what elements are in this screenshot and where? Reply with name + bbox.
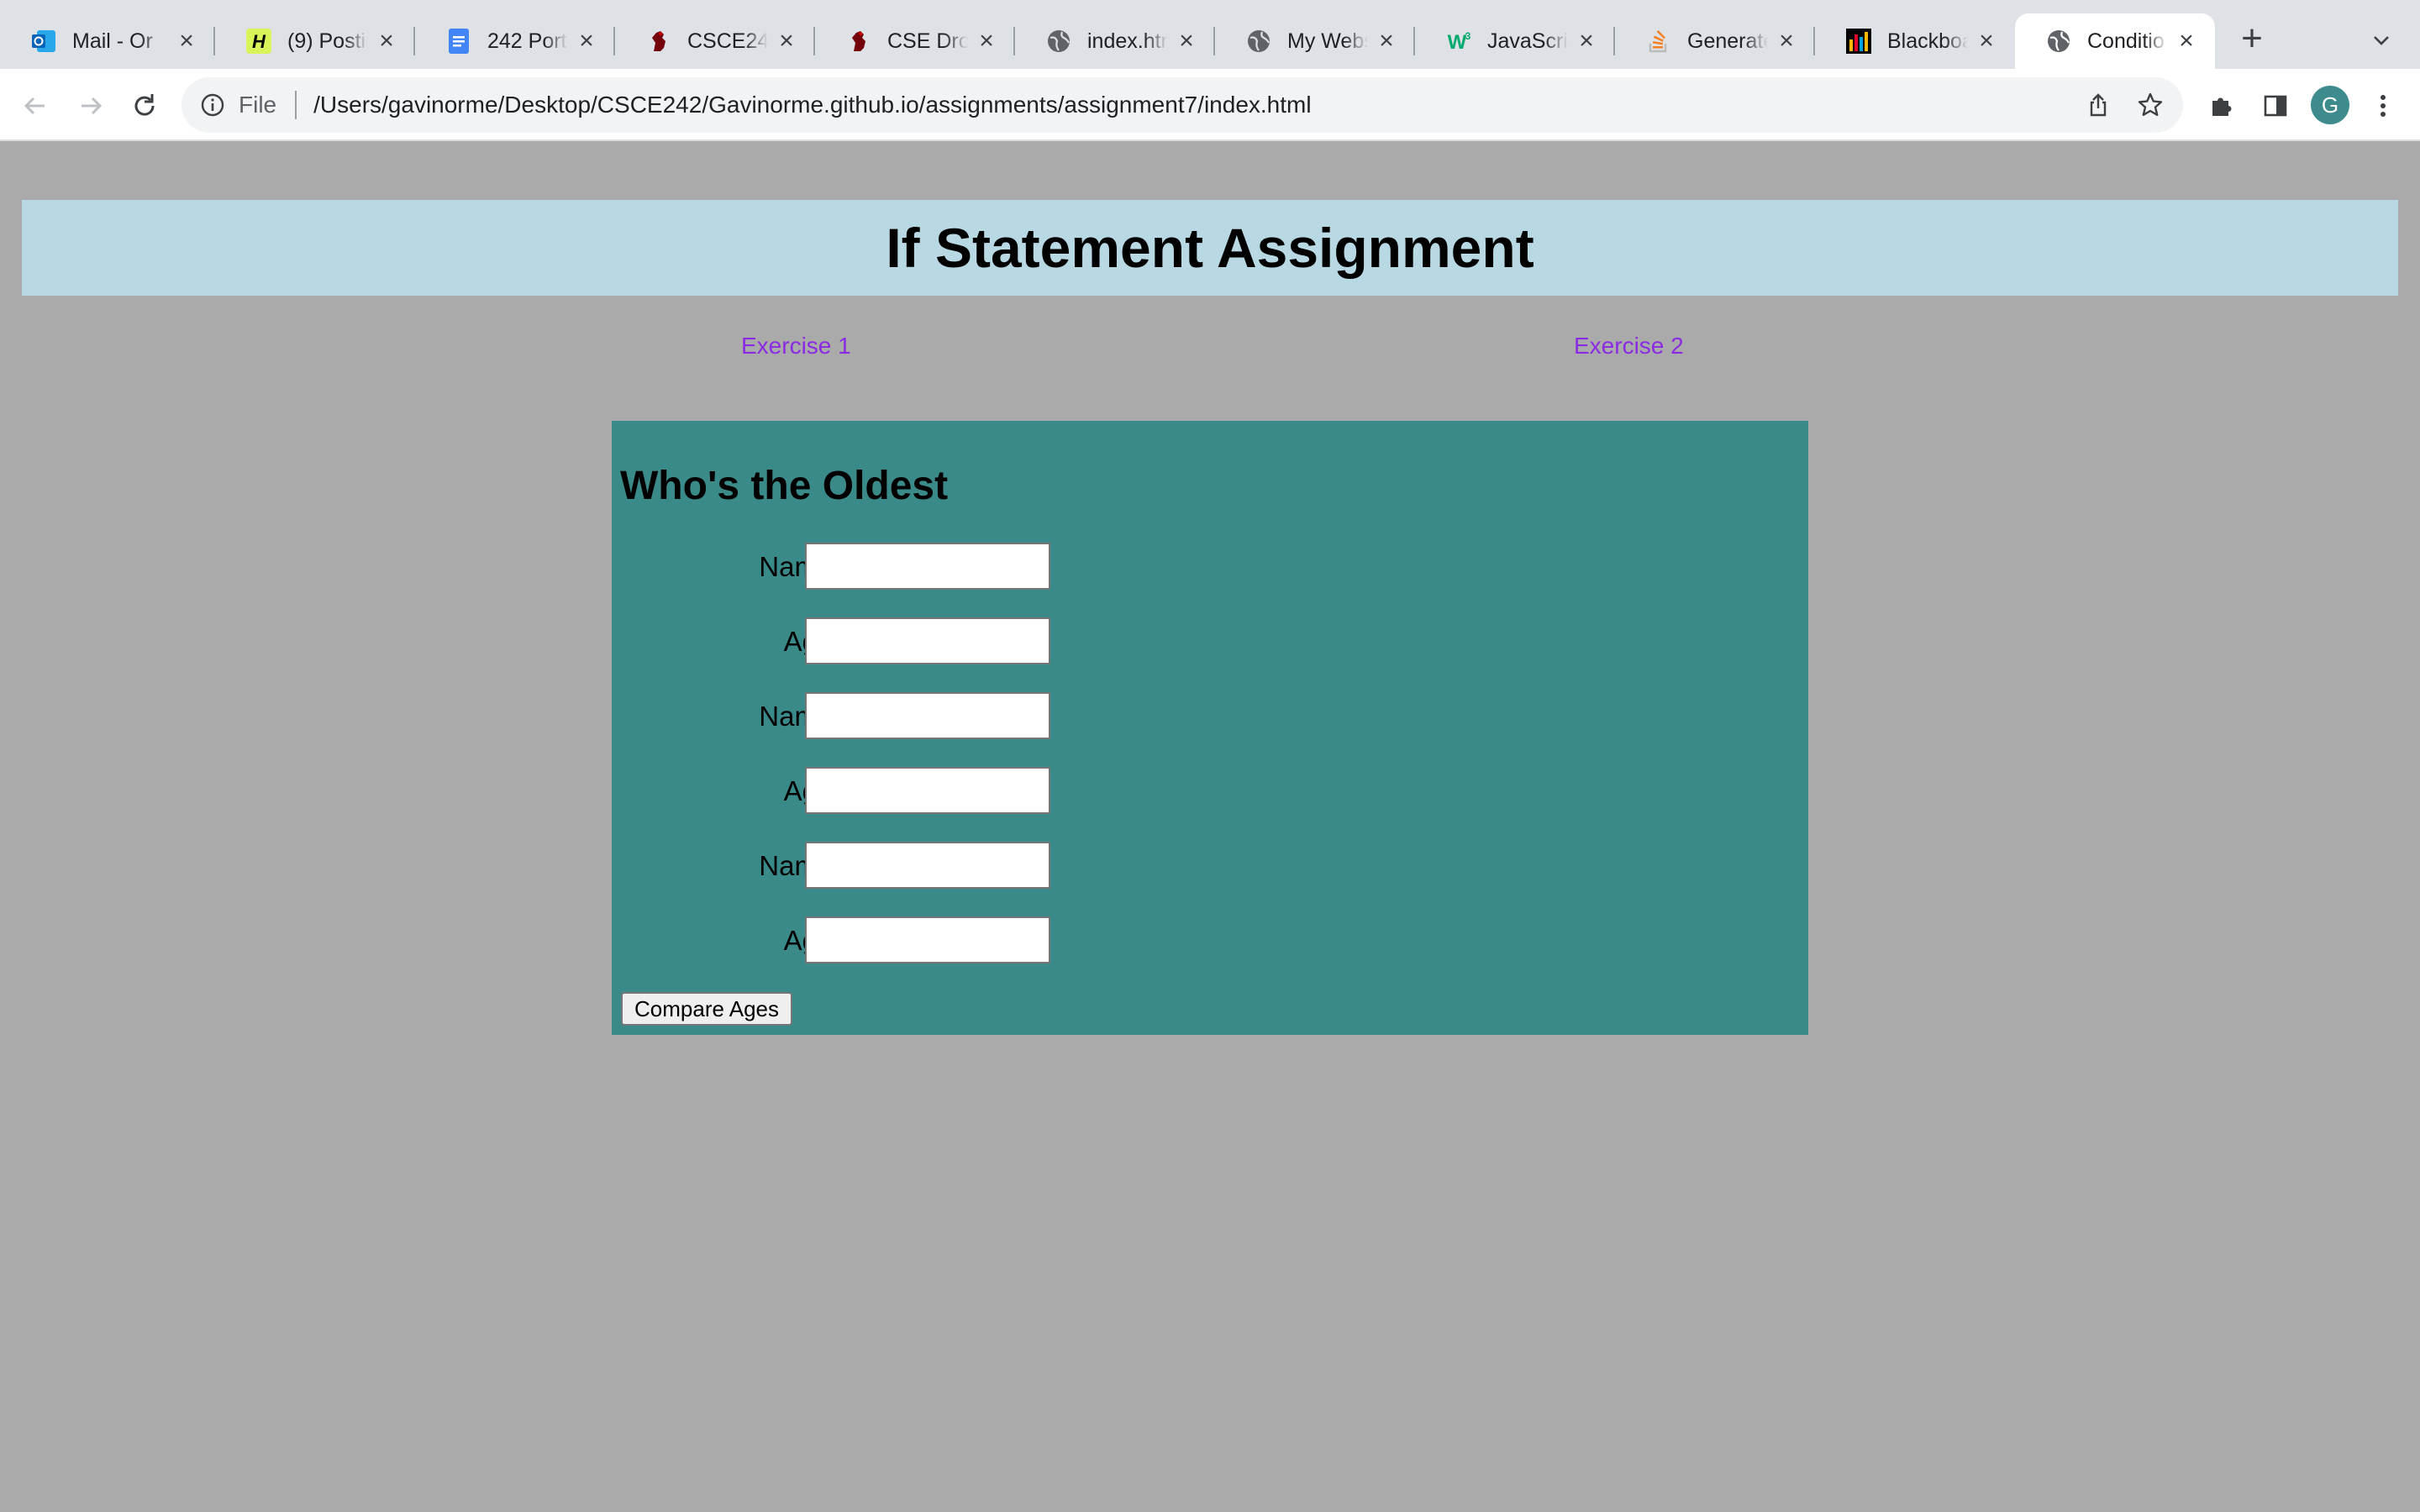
age-1-row: Age 1: — [612, 617, 1116, 664]
close-icon[interactable]: × — [1775, 29, 1798, 54]
tab-title: Conditio — [2087, 29, 2165, 53]
stackoverflow-icon — [1645, 28, 1672, 55]
address-bar[interactable]: File /Users/gavinorme/Desktop/CSCE242/Ga… — [182, 77, 2183, 133]
tab-title: JavaScrip — [1487, 29, 1568, 53]
tab-mail[interactable]: Mail - Or × — [0, 13, 215, 69]
gamecock-icon — [645, 28, 672, 55]
tab-strip: Mail - Or × H (9) Postir × 242 Portf × C… — [0, 0, 2420, 69]
tab-title: Mail - Or — [72, 29, 153, 53]
name-3-row: Name 3: — [612, 842, 1116, 889]
tab-title: 242 Portf — [487, 29, 568, 53]
tab-csce242[interactable]: CSCE242 × — [615, 13, 815, 69]
close-icon[interactable]: × — [2175, 29, 2198, 54]
tab-title: CSE Drop — [887, 29, 968, 53]
close-icon[interactable]: × — [375, 29, 398, 54]
compare-ages-button[interactable]: Compare Ages — [621, 992, 792, 1026]
share-icon[interactable] — [2081, 87, 2116, 123]
tab-portfolio-doc[interactable]: 242 Portf × — [415, 13, 615, 69]
age-3-row: Age 3: — [612, 916, 1116, 963]
name-2-input[interactable] — [805, 692, 1050, 739]
tab-javascript[interactable]: W3 JavaScrip × — [1415, 13, 1615, 69]
tab-generate[interactable]: Generate × — [1615, 13, 1815, 69]
name-1-input[interactable] — [805, 543, 1050, 590]
chevron-down-icon[interactable] — [2366, 25, 2396, 55]
tab-title: Generate — [1687, 29, 1768, 53]
close-icon[interactable]: × — [1175, 29, 1198, 54]
close-icon[interactable]: × — [775, 29, 798, 54]
page-header: If Statement Assignment — [22, 200, 2398, 296]
age-3-input[interactable] — [805, 916, 1050, 963]
svg-text:W: W — [1448, 31, 1467, 54]
close-icon[interactable]: × — [575, 29, 598, 54]
blackboard-icon — [1845, 28, 1872, 55]
close-icon[interactable]: × — [1375, 29, 1398, 54]
close-icon[interactable]: × — [975, 29, 998, 54]
globe-icon — [1045, 28, 1072, 55]
exercise-1-link[interactable]: Exercise 1 — [741, 333, 851, 360]
name-2-row: Name 2: — [612, 692, 1116, 739]
info-icon[interactable] — [198, 91, 227, 119]
tab-title: (9) Postir — [287, 29, 368, 53]
svg-text:H: H — [252, 31, 266, 52]
outlook-icon — [30, 28, 57, 55]
reload-icon[interactable] — [126, 87, 163, 124]
tab-title: Blackboa — [1887, 29, 1968, 53]
svg-text:3: 3 — [1465, 30, 1471, 42]
h-icon: H — [245, 28, 272, 55]
tab-title: CSCE242 — [687, 29, 768, 53]
browser-toolbar: File /Users/gavinorme/Desktop/CSCE242/Ga… — [0, 69, 2420, 141]
close-icon[interactable]: × — [1575, 29, 1598, 54]
tab-blackboard[interactable]: Blackboa × — [1815, 13, 2015, 69]
back-arrow-icon[interactable] — [17, 87, 54, 124]
scheme-label: File — [239, 92, 277, 118]
age-1-input[interactable] — [805, 617, 1050, 664]
gamecock-icon — [845, 28, 872, 55]
close-icon[interactable]: × — [1975, 29, 1998, 54]
tab-cse-drop[interactable]: CSE Drop × — [815, 13, 1015, 69]
exercise-2-link[interactable]: Exercise 2 — [1574, 333, 1684, 360]
tab-posting[interactable]: H (9) Postir × — [215, 13, 415, 69]
page-title: If Statement Assignment — [886, 217, 1534, 279]
globe-icon — [1245, 28, 1272, 55]
forward-arrow-icon[interactable] — [72, 87, 109, 124]
tab-my-website[interactable]: My Webs × — [1215, 13, 1415, 69]
new-tab-plus-icon[interactable]: + — [2235, 20, 2269, 57]
age-2-row: Age 2: — [612, 767, 1116, 814]
kebab-menu-icon[interactable] — [2365, 87, 2402, 124]
omnibox-divider — [295, 91, 297, 119]
side-panel-icon[interactable] — [2257, 87, 2294, 124]
tab-title: My Webs — [1287, 29, 1368, 53]
name-3-input[interactable] — [805, 842, 1050, 889]
close-icon[interactable]: × — [175, 29, 198, 54]
section-title: Who's the Oldest — [620, 464, 949, 508]
extensions-puzzle-icon[interactable] — [2203, 87, 2240, 124]
tab-conditionals-active[interactable]: Conditio × — [2015, 13, 2215, 69]
tab-index-html[interactable]: index.htm × — [1015, 13, 1215, 69]
star-bookmark-icon[interactable] — [2133, 87, 2168, 123]
profile-avatar[interactable]: G — [2311, 86, 2349, 124]
url-text[interactable]: /Users/gavinorme/Desktop/CSCE242/Gavinor… — [313, 92, 1311, 118]
age-2-input[interactable] — [805, 767, 1050, 814]
oldest-form-panel: Who's the Oldest Name 1: Age 1: Name 2: … — [612, 421, 1808, 1035]
docs-icon — [445, 28, 472, 55]
w3schools-icon: W3 — [1445, 28, 1472, 55]
name-1-row: Name 1: — [612, 543, 1116, 590]
globe-icon — [2045, 28, 2072, 55]
tab-title: index.htm — [1087, 29, 1168, 53]
